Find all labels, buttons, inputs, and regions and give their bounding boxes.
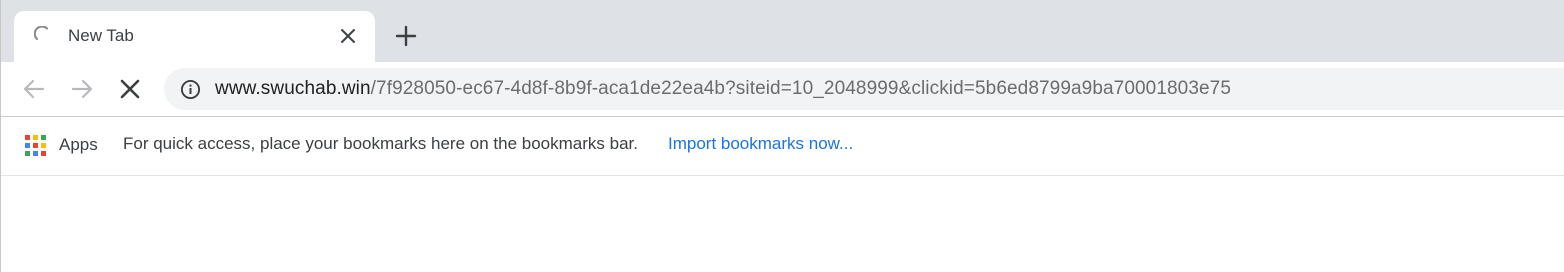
apps-button[interactable]: Apps [17, 131, 98, 159]
url-text[interactable]: www.swuchab.win/7f928050-ec67-4d8f-8b9f-… [215, 78, 1231, 100]
navigation-toolbar: www.swuchab.win/7f928050-ec67-4d8f-8b9f-… [1, 62, 1564, 117]
info-circle-icon[interactable] [180, 79, 201, 100]
import-bookmarks-link[interactable]: Import bookmarks now... [668, 134, 853, 154]
tab-strip: New Tab [1, 0, 1564, 62]
page-content [1, 176, 1564, 272]
apps-grid-icon [25, 134, 46, 156]
forward-button[interactable] [69, 76, 95, 102]
url-path: /7f928050-ec67-4d8f-8b9f-aca1de22ea4b?si… [370, 78, 1231, 99]
bookmarks-hint-text: For quick access, place your bookmarks h… [123, 134, 638, 153]
url-host: www.swuchab.win [215, 78, 371, 99]
tab-title: New Tab [68, 26, 134, 45]
new-tab-button[interactable] [393, 23, 419, 49]
loading-spinner-icon [34, 26, 49, 41]
browser-window: New Tab www.swuchab.win/7f928050-ec67-4d… [0, 0, 1564, 272]
bookmarks-bar: Apps For quick access, place your bookma… [1, 117, 1564, 176]
apps-label: Apps [59, 135, 98, 154]
stop-loading-button[interactable] [117, 76, 143, 102]
close-icon[interactable] [339, 27, 357, 45]
back-button[interactable] [21, 76, 47, 102]
address-bar[interactable]: www.swuchab.win/7f928050-ec67-4d8f-8b9f-… [164, 68, 1564, 110]
tab-new-tab[interactable]: New Tab [14, 11, 375, 62]
